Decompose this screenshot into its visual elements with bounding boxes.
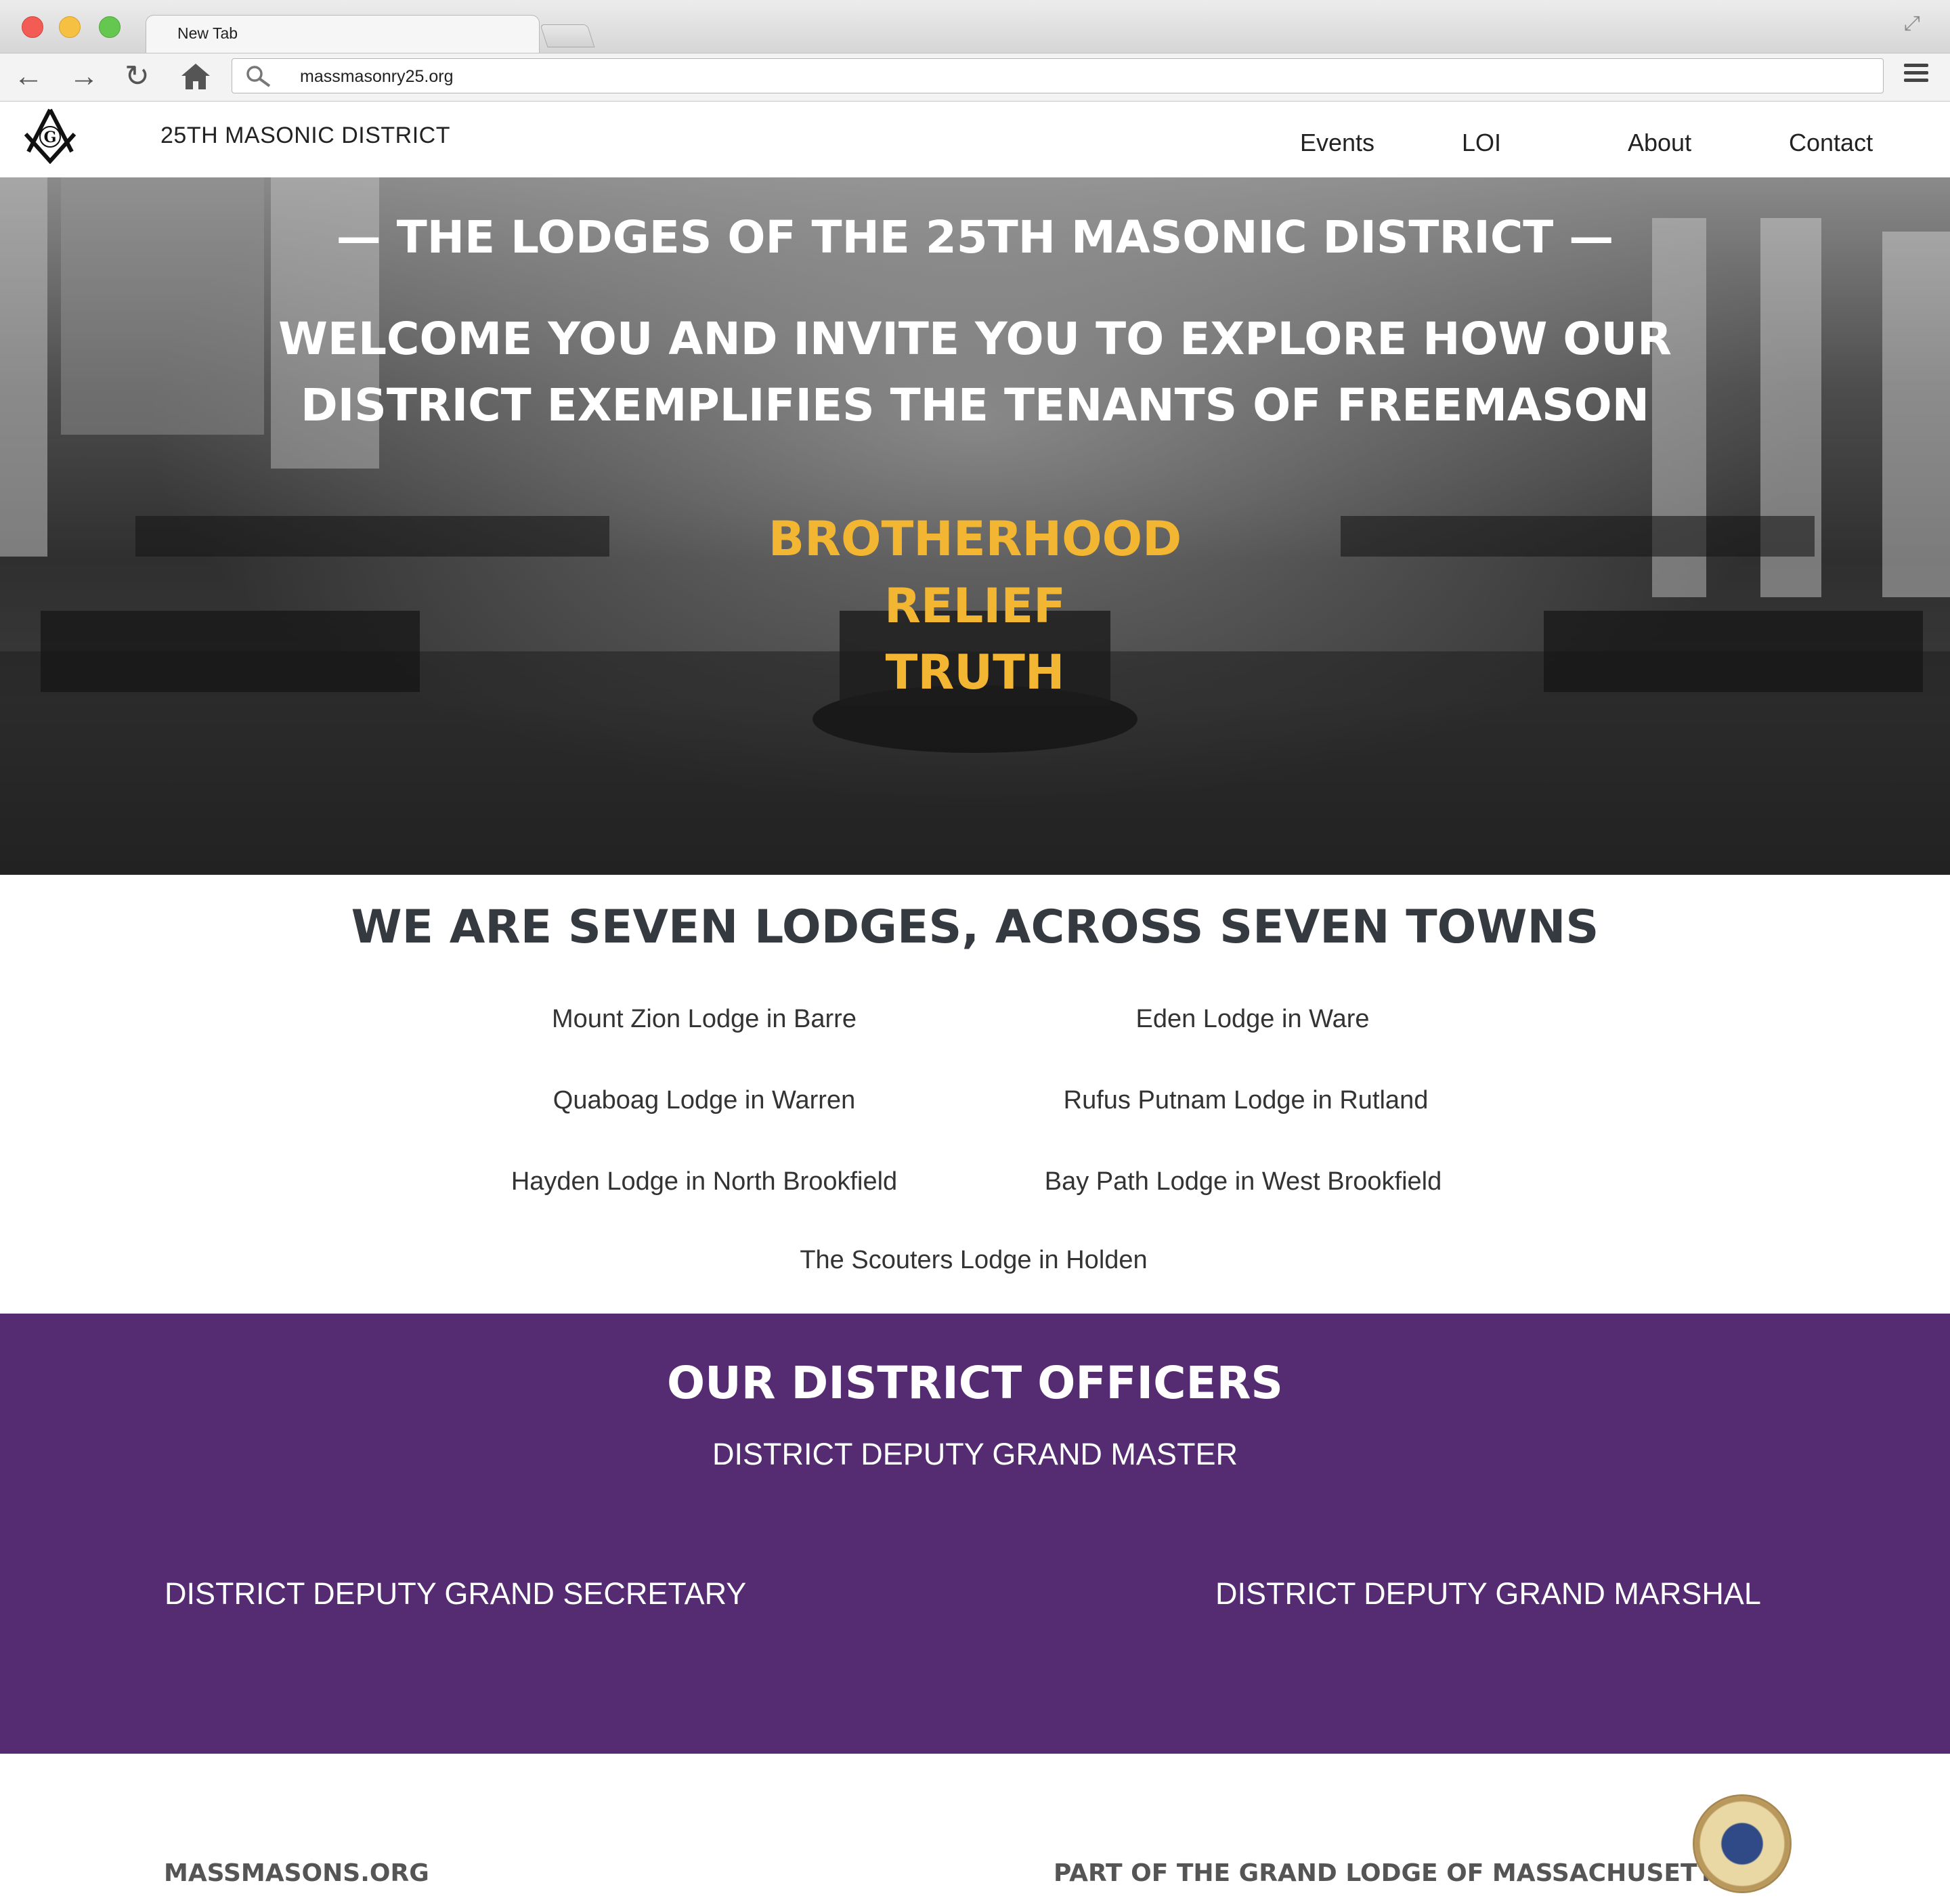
footer-massmasons-link[interactable]: MASSMASONS.ORG: [164, 1859, 429, 1887]
nav-loi[interactable]: LOI: [1462, 129, 1501, 157]
search-icon: [245, 65, 272, 91]
nav-contact[interactable]: Contact: [1789, 129, 1873, 157]
svg-text:G: G: [44, 129, 57, 146]
lodge-item: The Scouters Lodge in Holden: [800, 1246, 1148, 1274]
hero-line-1: — THE LODGES OF THE 25TH MASONIC DISTRIC…: [336, 211, 1614, 263]
zoom-window-button[interactable]: [99, 16, 121, 38]
back-icon[interactable]: ←: [14, 60, 43, 93]
square-compass-logo-icon[interactable]: G: [20, 107, 80, 167]
footer-grand-lodge-link[interactable]: PART OF THE GRAND LODGE OF MASSACHUSETTS: [1054, 1859, 1732, 1887]
lodge-item: Quaboag Lodge in Warren: [552, 1086, 856, 1115]
close-window-button[interactable]: [22, 16, 43, 38]
officer-grand-master: DISTRICT DEPUTY GRAND MASTER: [712, 1437, 1238, 1471]
lodge-item: Rufus Putnam Lodge in Rutland: [1063, 1086, 1429, 1115]
lodge-item: Mount Zion Lodge in Barre: [552, 1005, 857, 1033]
forward-icon[interactable]: →: [69, 60, 99, 93]
minimize-window-button[interactable]: [59, 16, 81, 38]
tenet-relief: RELIEF: [884, 578, 1066, 634]
tab-title: New Tab: [177, 24, 238, 42]
nav-events[interactable]: Events: [1300, 129, 1374, 157]
lodge-item: Eden Lodge in Ware: [1135, 1005, 1370, 1033]
officers-heading: OUR DISTRICT OFFICERS: [667, 1357, 1283, 1409]
reload-icon[interactable]: ↻: [125, 60, 150, 93]
hero-line-3: DISTRICT EXEMPLIFIES THE TENANTS OF FREE…: [300, 379, 1650, 431]
hero-line-2: WELCOME YOU AND INVITE YOU TO EXPLORE HO…: [278, 313, 1672, 365]
menu-icon[interactable]: [1904, 64, 1928, 86]
new-tab-button[interactable]: [540, 24, 595, 47]
address-bar[interactable]: [232, 58, 1884, 93]
hero-banner: — THE LODGES OF THE 25TH MASONIC DISTRIC…: [0, 177, 1950, 875]
tenet-brotherhood: BROTHERHOOD: [768, 511, 1182, 567]
site-title[interactable]: 25TH MASONIC DISTRICT: [160, 123, 450, 149]
tenet-truth: TRUTH: [885, 645, 1065, 700]
lodges-heading: WE ARE SEVEN LODGES, ACROSS SEVEN TOWNS: [351, 901, 1599, 954]
grand-lodge-seal-icon[interactable]: [1693, 1794, 1792, 1893]
lodge-item: Bay Path Lodge in West Brookfield: [1044, 1167, 1442, 1196]
fullscreen-icon[interactable]: ⤢: [1904, 12, 1920, 35]
officer-grand-secretary: DISTRICT DEPUTY GRAND SECRETARY: [165, 1576, 747, 1611]
url-text[interactable]: massmasonry25.org: [300, 67, 453, 87]
home-icon[interactable]: [180, 62, 211, 94]
officer-grand-marshal: DISTRICT DEPUTY GRAND MARSHAL: [1215, 1576, 1761, 1611]
lodge-item: Hayden Lodge in North Brookfield: [511, 1167, 898, 1196]
nav-about[interactable]: About: [1628, 129, 1691, 157]
